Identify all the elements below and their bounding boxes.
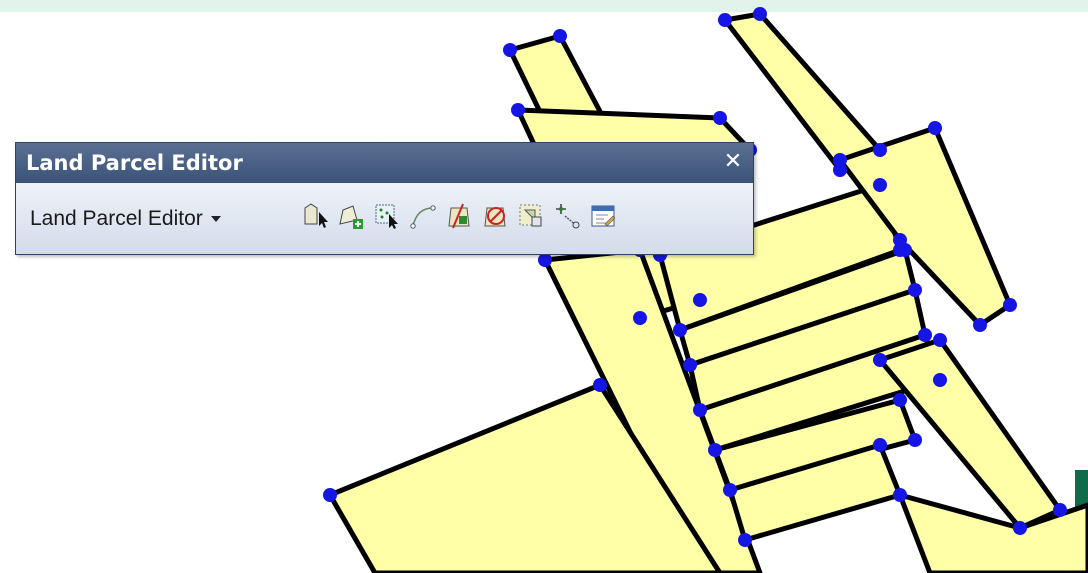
tool-buttons [299,199,623,233]
split-parcel-icon [448,203,470,229]
backdrop-strip [0,0,1088,12]
delete-parcel-icon [484,207,506,227]
parcel-vertex[interactable] [718,13,732,27]
parcel-vertex[interactable] [873,178,887,192]
select-parcel-icon [304,203,328,228]
delete-parcel-button[interactable] [479,199,511,233]
parcel-vertex[interactable] [893,393,907,407]
new-parcel-icon [339,205,363,229]
parcel-vertex[interactable] [553,29,567,43]
land-parcel-editor-menu[interactable]: Land Parcel Editor [30,198,221,240]
split-parcel-button[interactable] [443,199,475,233]
parcel-vertex[interactable] [503,43,517,57]
parcel-vertex[interactable] [928,121,942,135]
move-point-icon [556,204,580,229]
parcel-vertex[interactable] [738,533,752,547]
parcel-vertex[interactable] [538,253,552,267]
parcel-vertex[interactable] [973,318,987,332]
parcel-vertex[interactable] [511,103,525,117]
curve-tool-button[interactable] [407,199,439,233]
parcel-vertex[interactable] [323,488,337,502]
parcel-vertex[interactable] [893,488,907,502]
parcel-vertex[interactable] [593,378,607,392]
parcel-vertex[interactable] [933,373,947,387]
parcel-vertex[interactable] [683,358,697,372]
parcel-vertex[interactable] [1013,521,1027,535]
parcel-vertex[interactable] [873,353,887,367]
parcel-vertex[interactable] [833,153,847,167]
parcel-vertex[interactable] [708,443,722,457]
parcel-extent-icon [519,204,542,227]
close-icon: ✕ [723,149,743,174]
parcel-vertex[interactable] [1003,298,1017,312]
parcel-extent-button[interactable] [515,199,547,233]
select-parcel-button[interactable] [299,199,331,233]
new-parcel-button[interactable] [335,199,367,233]
parcel-vertex[interactable] [918,328,932,342]
toolbar-body: Land Parcel Editor [16,183,753,254]
menu-label: Land Parcel Editor [30,207,203,230]
parcel-vertex[interactable] [713,111,727,125]
parcel-vertex[interactable] [908,433,922,447]
parcel-vertex[interactable] [893,233,907,247]
close-button[interactable]: ✕ [721,150,745,174]
parcel-vertex[interactable] [673,323,687,337]
parcel-vertex[interactable] [873,438,887,452]
parcel-vertex[interactable] [693,293,707,307]
parcel-vertex[interactable] [723,483,737,497]
parcel-vertex[interactable] [693,403,707,417]
parcel-vertex[interactable] [1053,503,1067,517]
select-points-icon [375,204,398,229]
parcel-details-icon [591,205,616,227]
toolbar-title-bar[interactable]: Land Parcel Editor [16,143,753,183]
parcel-vertex[interactable] [933,333,947,347]
parcel-vertex[interactable] [633,311,647,325]
parcel-polygons[interactable] [327,11,1088,573]
parcel-vertex[interactable] [753,7,767,21]
toolbar-title: Land Parcel Editor [26,151,243,175]
parcel-map[interactable] [0,0,1088,573]
dropdown-caret-icon [210,216,221,222]
select-points-button[interactable] [371,199,403,233]
land-parcel-editor-toolbar[interactable]: Land Parcel Editor ✕ Land Parcel Editor [15,142,754,255]
move-point-button[interactable] [551,199,583,233]
parcel-details-button[interactable] [587,199,619,233]
curve-tool-icon [410,205,436,229]
parcel-vertex[interactable] [908,283,922,297]
parcel-vertex[interactable] [873,143,887,157]
